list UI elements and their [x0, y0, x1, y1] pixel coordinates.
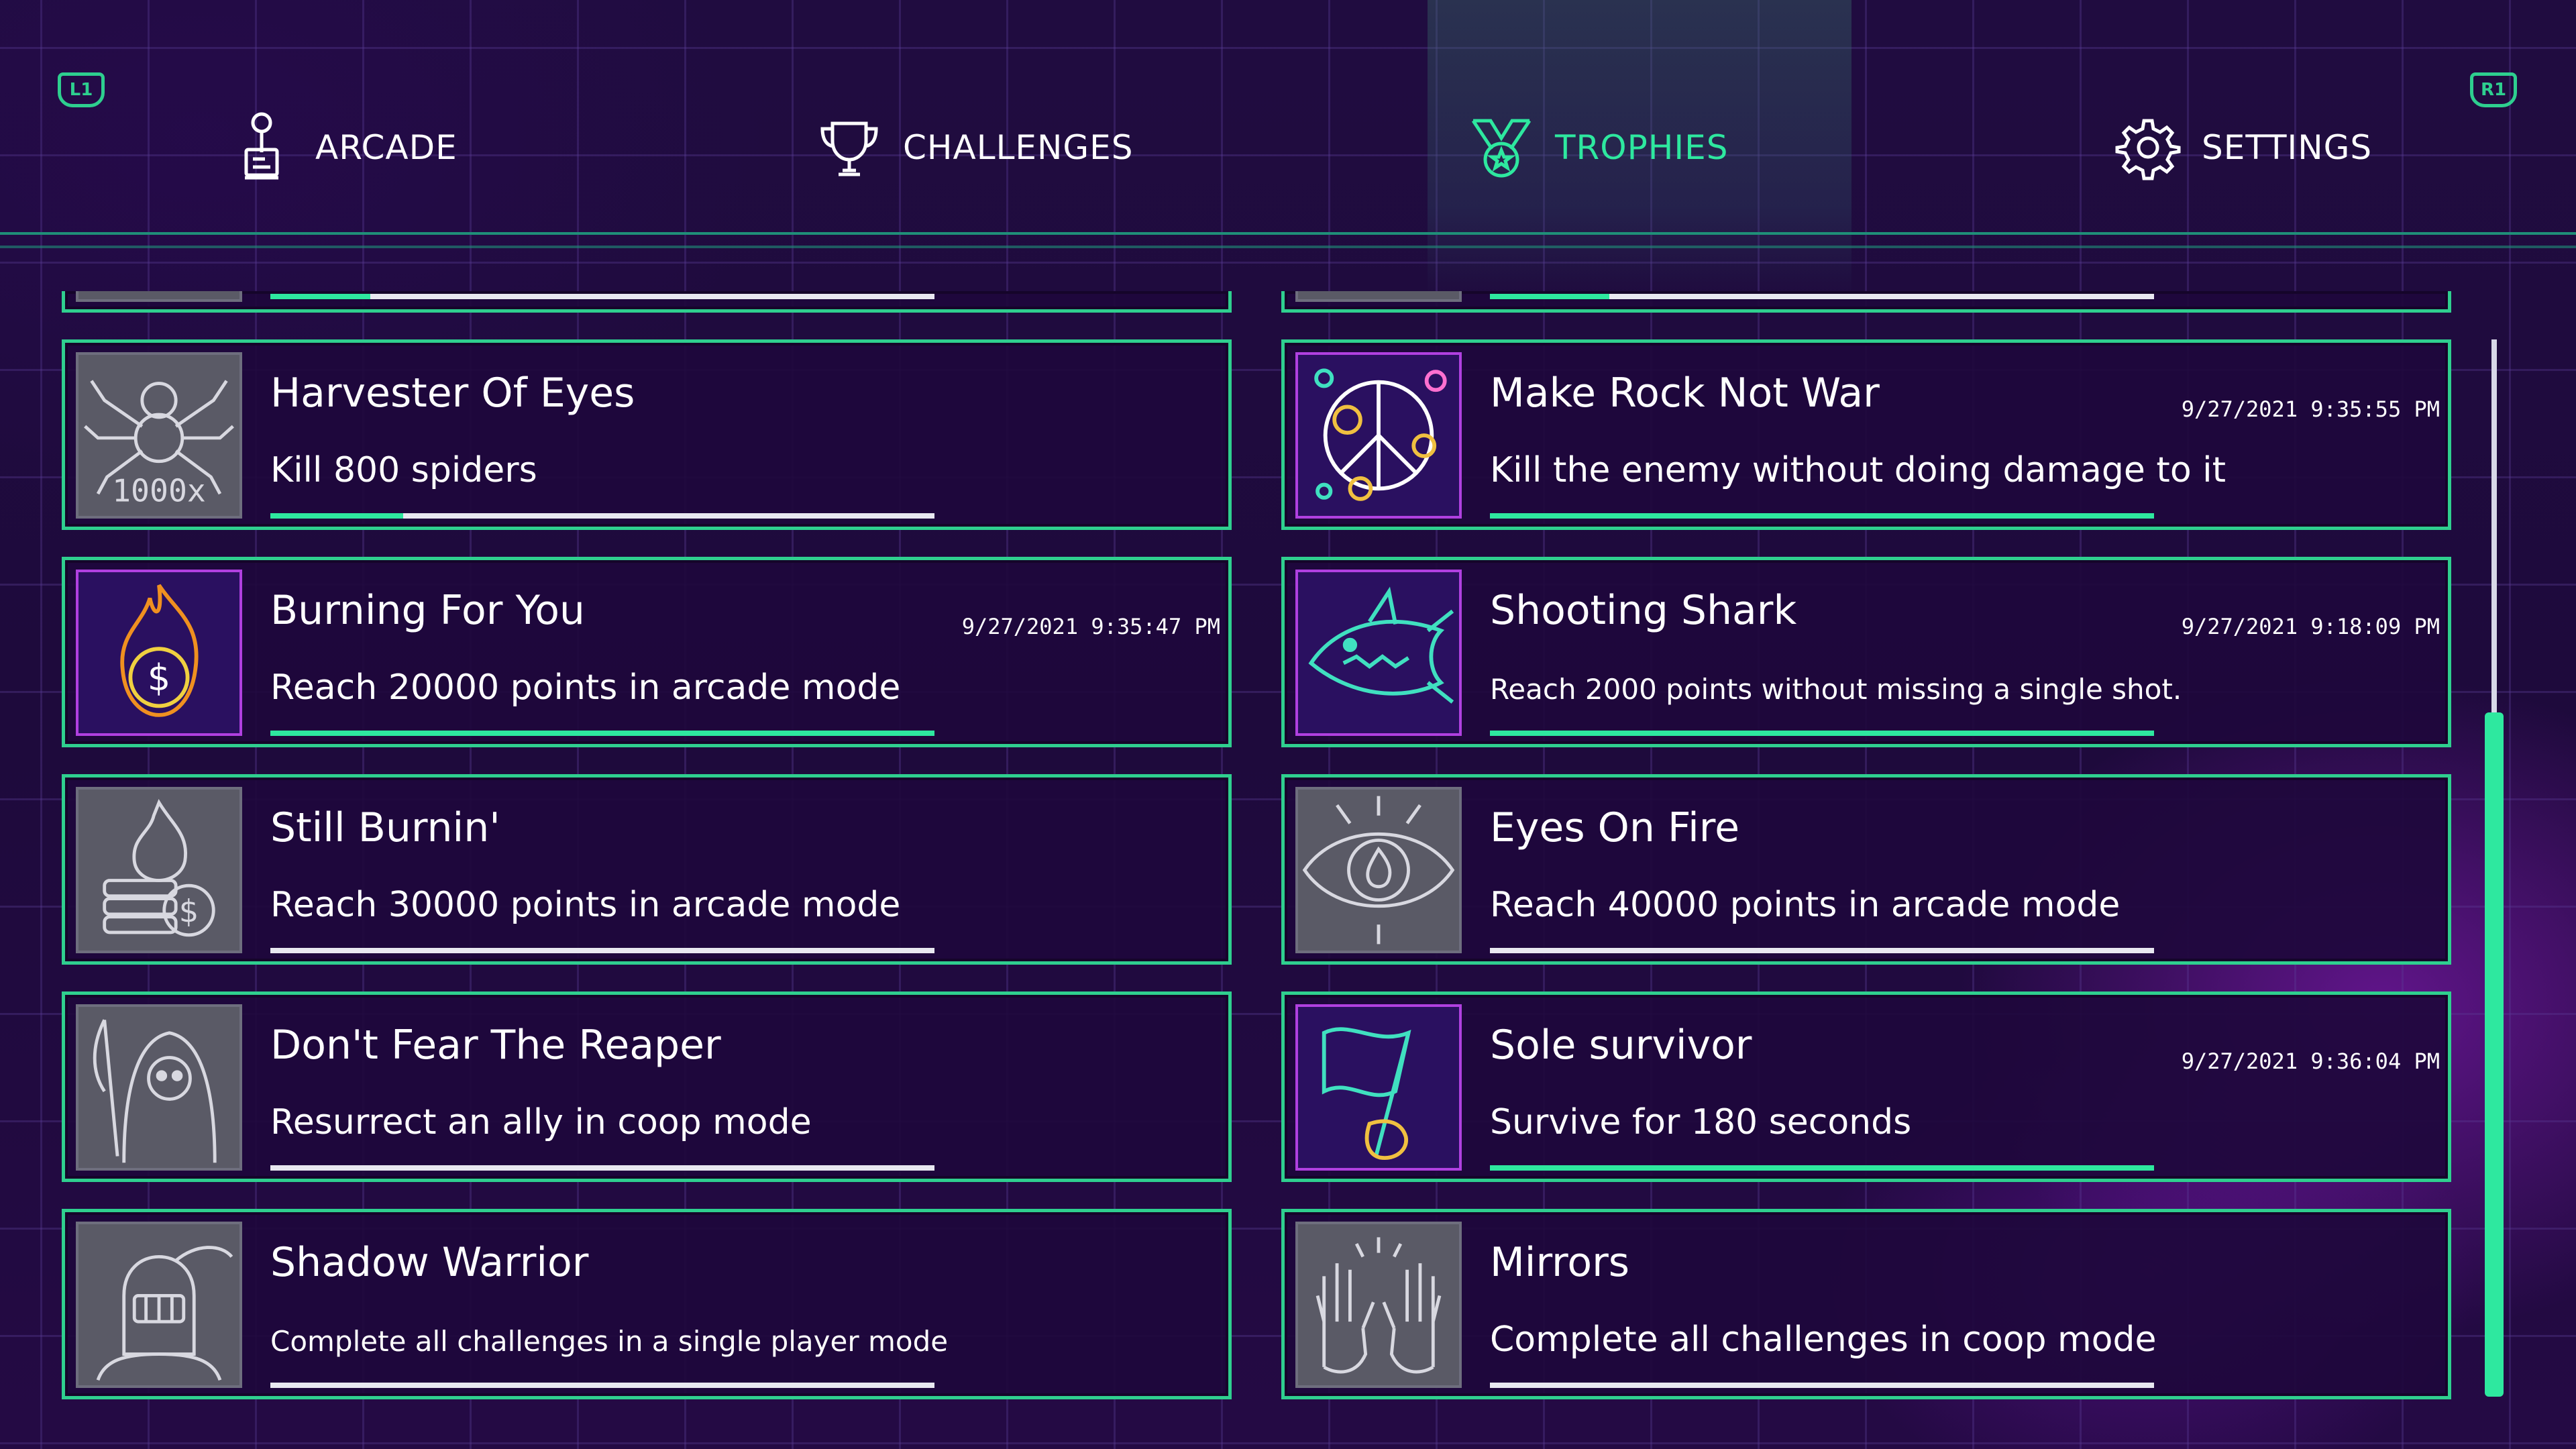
trophy-card-partial[interactable]	[1281, 291, 2451, 313]
trophy-title: Burning For You	[270, 587, 585, 634]
progress-fill	[1490, 1165, 2154, 1171]
peace-sign-icon	[1295, 352, 1462, 519]
trophy-progress-bar	[270, 1383, 934, 1388]
shark-icon	[1295, 570, 1462, 736]
trophy-card-partial[interactable]	[62, 291, 1232, 313]
progress-fill	[270, 513, 403, 519]
trophy-description: Reach 20000 points in arcade mode	[270, 667, 901, 708]
flag-hand-icon	[1295, 1004, 1462, 1171]
svg-text:$: $	[148, 657, 170, 699]
burning-coins-icon: $	[76, 787, 242, 953]
trophy-progress-bar	[1490, 294, 2154, 299]
fiery-eye-icon	[1295, 787, 1462, 953]
trophy-title: Make Rock Not War	[1490, 370, 1880, 417]
trophy-card-still-burnin[interactable]: $ Still Burnin' Reach 30000 points in ar…	[62, 774, 1232, 965]
trophy-title: Don't Fear The Reaper	[270, 1022, 721, 1069]
trophy-title: Mirrors	[1490, 1239, 1630, 1286]
trophy-progress-bar	[1490, 948, 2154, 953]
trophy-progress-bar	[1490, 513, 2154, 519]
trophy-progress-bar	[270, 1165, 934, 1171]
trophy-list: 1000x Harvester Of Eyes Kill 800 spiders	[0, 0, 2576, 1449]
trophy-unlock-date: 9/27/2021 9:35:55 PM	[2181, 396, 2440, 422]
trophy-card-sole-survivor[interactable]: Sole survivor 9/27/2021 9:36:04 PM Survi…	[1281, 991, 2451, 1182]
scrollbar-thumb[interactable]	[2485, 712, 2504, 1397]
trophy-title: Shadow Warrior	[270, 1239, 589, 1286]
progress-fill	[1490, 731, 2154, 736]
progress-fill	[1490, 513, 2154, 519]
trophy-description: Complete all challenges in a single play…	[270, 1325, 949, 1358]
trophy-progress-bar	[270, 294, 934, 299]
progress-fill	[270, 731, 934, 736]
reaper-icon	[76, 1004, 242, 1171]
spider-icon: 1000x	[76, 352, 242, 519]
trophy-description: Reach 30000 points in arcade mode	[270, 885, 901, 925]
flaming-coin-icon: $	[76, 570, 242, 736]
knight-helmet-icon	[76, 1222, 242, 1388]
trophy-card-make-rock-not-war[interactable]: Make Rock Not War 9/27/2021 9:35:55 PM K…	[1281, 339, 2451, 530]
trophy-card-mirrors[interactable]: Mirrors Complete all challenges in coop …	[1281, 1209, 2451, 1399]
trophy-title: Shooting Shark	[1490, 587, 1797, 634]
trophy-card-harvester-of-eyes[interactable]: 1000x Harvester Of Eyes Kill 800 spiders	[62, 339, 1232, 530]
trophy-icon-partial	[76, 291, 242, 302]
svg-text:$: $	[179, 893, 199, 929]
trophy-unlock-date: 9/27/2021 9:35:47 PM	[961, 614, 1220, 639]
raised-hands-icon	[1295, 1222, 1462, 1388]
trophy-progress-bar	[1490, 1165, 2154, 1171]
trophy-progress-bar	[270, 731, 934, 736]
trophy-unlock-date: 9/27/2021 9:36:04 PM	[2181, 1049, 2440, 1074]
trophy-title: Harvester Of Eyes	[270, 370, 635, 417]
trophy-title: Still Burnin'	[270, 804, 500, 851]
trophy-card-burning-for-you[interactable]: $ Burning For You 9/27/2021 9:35:47 PM R…	[62, 557, 1232, 747]
trophy-card-dont-fear-the-reaper[interactable]: Don't Fear The Reaper Resurrect an ally …	[62, 991, 1232, 1182]
trophy-progress-bar	[270, 948, 934, 953]
trophy-description: Reach 2000 points without missing a sing…	[1490, 673, 2182, 706]
trophy-description: Complete all challenges in coop mode	[1490, 1320, 2157, 1360]
trophy-title: Eyes On Fire	[1490, 804, 1740, 851]
trophy-description: Kill the enemy without doing damage to i…	[1490, 450, 2226, 490]
trophies-screen: L1 R1 ARCADE CHALLENGES TROPHIES SETTING…	[0, 0, 2576, 1449]
trophy-title: Sole survivor	[1490, 1022, 1752, 1069]
trophy-description: Resurrect an ally in coop mode	[270, 1102, 812, 1142]
svg-text:1000x: 1000x	[112, 473, 206, 509]
progress-fill	[1490, 294, 1610, 299]
trophy-description: Reach 40000 points in arcade mode	[1490, 885, 2121, 925]
trophy-description: Survive for 180 seconds	[1490, 1102, 1912, 1142]
trophy-description: Kill 800 spiders	[270, 450, 537, 490]
trophy-icon-partial	[1295, 291, 1462, 302]
trophy-progress-bar	[1490, 1383, 2154, 1388]
trophy-progress-bar	[1490, 731, 2154, 736]
trophy-unlock-date: 9/27/2021 9:18:09 PM	[2181, 614, 2440, 639]
progress-fill	[270, 294, 370, 299]
trophy-progress-bar	[270, 513, 934, 519]
trophy-card-shooting-shark[interactable]: Shooting Shark 9/27/2021 9:18:09 PM Reac…	[1281, 557, 2451, 747]
trophy-card-eyes-on-fire[interactable]: Eyes On Fire Reach 40000 points in arcad…	[1281, 774, 2451, 965]
trophy-card-shadow-warrior[interactable]: Shadow Warrior Complete all challenges i…	[62, 1209, 1232, 1399]
